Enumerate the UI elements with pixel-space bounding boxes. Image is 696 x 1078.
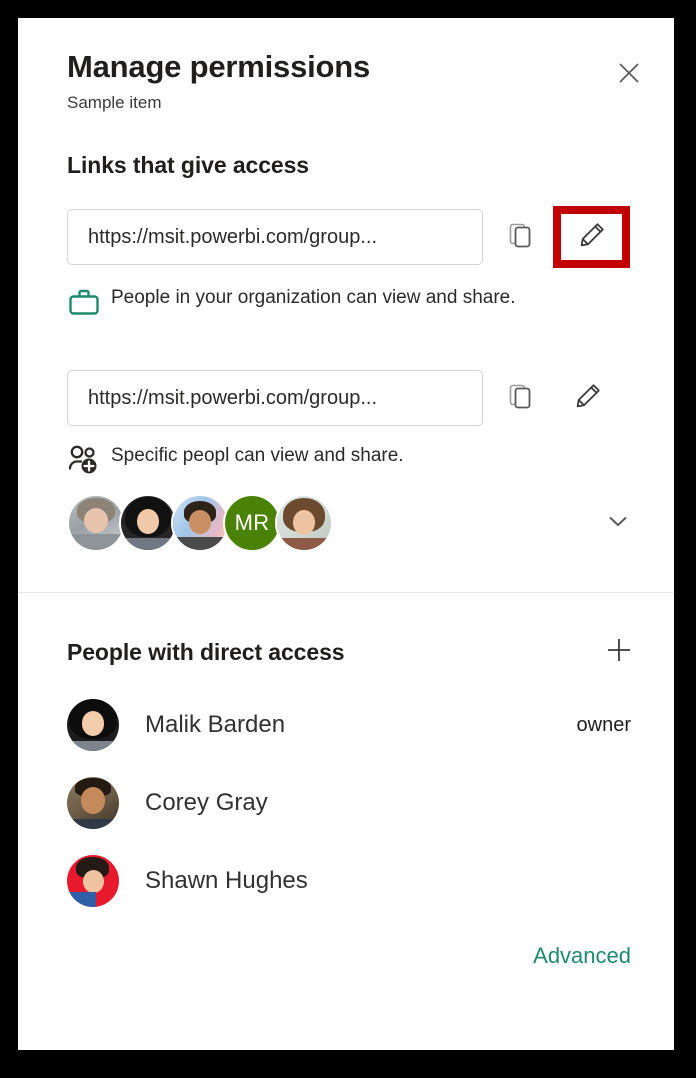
people-add-icon — [67, 442, 111, 476]
link-url-field-2[interactable]: https://msit.powerbi.com/group... — [67, 370, 483, 426]
links-section-heading: Links that give access — [67, 152, 309, 178]
link-url-text-2: https://msit.powerbi.com/group... — [88, 386, 378, 409]
add-people-button[interactable] — [598, 631, 640, 673]
avatar-initials-text: MR — [234, 510, 270, 535]
item-subtitle: Sample item — [67, 93, 162, 112]
person-name: Shawn Hughes — [145, 867, 308, 894]
expand-people-button[interactable] — [596, 501, 640, 545]
link-block-2: https://msit.powerbi.com/group... Specif… — [18, 370, 674, 476]
edit-link-button-2[interactable] — [565, 375, 611, 421]
copy-link-button-2[interactable] — [497, 375, 543, 421]
close-button[interactable] — [612, 58, 646, 92]
list-item[interactable]: Corey Gray — [18, 777, 674, 829]
avatar-stack: MR — [67, 494, 596, 552]
copy-icon — [506, 382, 534, 415]
page-title: Manage permissions — [67, 49, 371, 84]
avatar[interactable] — [275, 494, 333, 552]
pencil-icon — [573, 381, 603, 416]
pencil-icon — [577, 220, 607, 255]
briefcase-icon — [67, 284, 111, 318]
link-block-1: https://msit.powerbi.com/group... People… — [18, 206, 674, 318]
panel-footer: Advanced — [18, 943, 674, 969]
direct-access-header: People with direct access — [18, 631, 674, 673]
link-scope-text-1: People in your organization can view and… — [111, 287, 516, 308]
manage-permissions-panel: Manage permissions Sample item Links tha… — [18, 18, 674, 1050]
copy-icon — [506, 221, 534, 254]
avatar — [67, 699, 119, 751]
panel-header: Manage permissions Sample item — [18, 18, 674, 114]
link-row-2: https://msit.powerbi.com/group... — [67, 370, 640, 426]
avatar[interactable] — [171, 494, 229, 552]
link-url-text-1: https://msit.powerbi.com/group... — [88, 225, 378, 248]
list-item[interactable]: Malik Barden owner — [18, 699, 674, 751]
avatar-initials[interactable]: MR — [223, 494, 281, 552]
person-name: Malik Barden — [145, 711, 286, 738]
direct-access-heading: People with direct access — [67, 638, 345, 665]
avatar — [67, 777, 119, 829]
person-name: Corey Gray — [145, 789, 268, 816]
copy-link-button-1[interactable] — [497, 214, 543, 260]
chevron-down-icon — [603, 506, 633, 541]
edit-link-button-1-highlight[interactable] — [553, 206, 630, 268]
list-item[interactable]: Shawn Hughes — [18, 855, 674, 907]
link-url-field-1[interactable]: https://msit.powerbi.com/group... — [67, 209, 483, 265]
screenshot-frame: Manage permissions Sample item Links tha… — [0, 0, 696, 1078]
shared-with-avatar-row: MR — [18, 494, 674, 552]
avatar[interactable] — [67, 494, 125, 552]
plus-icon — [603, 634, 635, 671]
avatar[interactable] — [119, 494, 177, 552]
avatar — [67, 855, 119, 907]
section-divider — [18, 592, 674, 593]
link-scope-2: Specific peopl can view and share. — [67, 442, 640, 476]
link-scope-1: People in your organization can view and… — [67, 284, 640, 318]
link-row-1: https://msit.powerbi.com/group... — [67, 206, 640, 268]
person-role: owner — [576, 713, 631, 736]
close-icon — [616, 60, 642, 91]
link-scope-text-2: Specific peopl can view and share. — [111, 445, 404, 466]
advanced-link[interactable]: Advanced — [533, 943, 631, 969]
